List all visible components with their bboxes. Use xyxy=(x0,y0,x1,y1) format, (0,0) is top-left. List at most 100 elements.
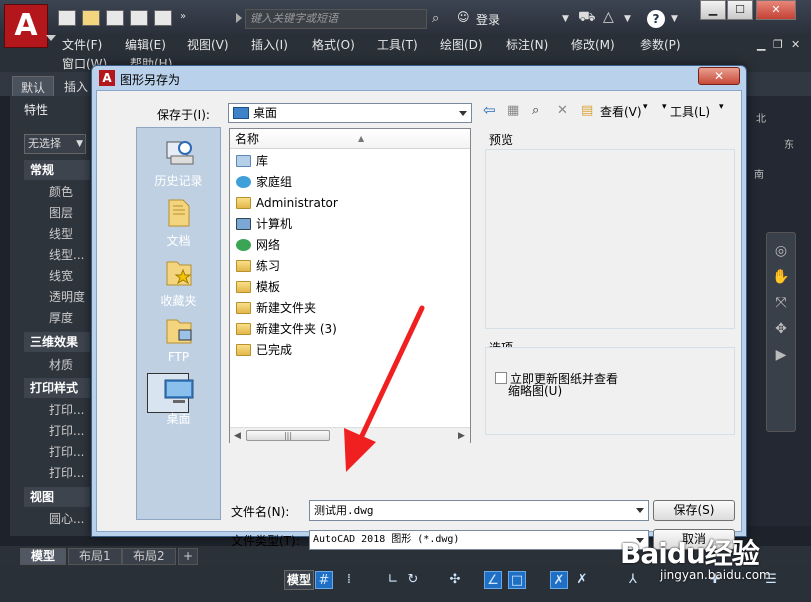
showmotion-icon[interactable]: ▶ xyxy=(767,347,795,363)
print-icon[interactable] xyxy=(154,10,172,26)
viewcube-north[interactable]: 北 xyxy=(756,110,766,125)
maximize-button[interactable]: ☐ xyxy=(727,0,753,20)
menu-insert[interactable]: 插入(I) xyxy=(251,36,288,53)
login-link[interactable]: 登录 xyxy=(476,11,500,28)
save-icon[interactable] xyxy=(106,10,124,26)
viewcube-south[interactable]: 南 xyxy=(754,166,764,181)
annotation-icon[interactable]: ✗ xyxy=(550,571,568,589)
prop-color[interactable]: 颜色 xyxy=(49,183,73,200)
list-item[interactable]: 已完成 xyxy=(236,340,292,360)
model-space-button[interactable]: 模型 xyxy=(284,570,314,590)
section-plot-style[interactable]: 打印样式 xyxy=(24,378,90,398)
tab-default[interactable]: 默认 xyxy=(12,76,55,96)
menu-modify[interactable]: 修改(M) xyxy=(571,36,615,53)
polar-icon[interactable]: ↻ xyxy=(404,571,422,589)
list-item[interactable]: 模板 xyxy=(236,277,280,297)
list-item[interactable]: Administrator xyxy=(236,193,338,213)
scroll-left-icon[interactable]: ◀ xyxy=(234,431,241,441)
new-folder-icon[interactable]: ▤ xyxy=(581,103,593,118)
save-as-icon[interactable] xyxy=(130,10,148,26)
list-item[interactable]: 计算机 xyxy=(236,214,292,234)
column-header-name[interactable]: 名称 ▲ xyxy=(230,129,470,149)
new-icon[interactable] xyxy=(58,10,76,26)
user-icon[interactable]: ☺ xyxy=(457,10,470,24)
place-ftp[interactable]: FTP xyxy=(137,316,220,364)
list-item[interactable]: 新建文件夹 (3) xyxy=(236,319,337,339)
checkbox-label-line2[interactable]: 缩略图(U) xyxy=(508,382,562,399)
up-folder-icon[interactable]: ▦ xyxy=(507,103,519,118)
menu-tools[interactable]: 工具(T) xyxy=(377,36,418,53)
list-item[interactable]: 家庭组 xyxy=(236,172,292,192)
view-menu[interactable]: 查看(V) xyxy=(600,103,642,120)
grid-icon[interactable]: # xyxy=(315,571,333,589)
save-in-combo[interactable]: 桌面 xyxy=(228,103,472,123)
menu-draw[interactable]: 绘图(D) xyxy=(440,36,483,53)
osnap-track-icon[interactable]: ✣ xyxy=(446,571,464,589)
prop-plot-2[interactable]: 打印... xyxy=(49,422,84,439)
list-item[interactable]: 网络 xyxy=(236,235,280,255)
viewcube[interactable]: 北 东 南 xyxy=(748,110,798,181)
back-icon[interactable]: ⇦ xyxy=(483,101,496,119)
filename-input[interactable]: 测试用.dwg xyxy=(309,500,649,521)
open-icon[interactable] xyxy=(82,10,100,26)
section-3d-effects[interactable]: 三维效果 xyxy=(24,332,90,352)
orbit-icon[interactable]: ✥ xyxy=(767,321,795,337)
scroll-right-icon[interactable]: ▶ xyxy=(458,431,465,441)
prop-material[interactable]: 材质 xyxy=(49,356,73,373)
tab-insert[interactable]: 插入 xyxy=(56,76,96,96)
snap-icon[interactable]: ⁞ xyxy=(340,571,358,589)
place-history[interactable]: 历史记录 xyxy=(137,138,220,189)
menu-dimension[interactable]: 标注(N) xyxy=(506,36,548,53)
chevron-down-icon[interactable]: ▼ xyxy=(671,14,678,24)
doc-minimize-icon[interactable]: ▁ xyxy=(757,38,765,51)
list-item[interactable]: 练习 xyxy=(236,256,280,276)
tools-menu[interactable]: 工具(L) xyxy=(670,103,710,120)
prop-center[interactable]: 圆心... xyxy=(49,510,84,527)
prop-thickness[interactable]: 厚度 xyxy=(49,309,73,326)
search-input[interactable]: 键入关键字或短语 xyxy=(245,9,427,29)
viewcube-east[interactable]: 东 xyxy=(784,136,794,151)
section-view[interactable]: 视图 xyxy=(24,487,90,507)
help-icon[interactable]: ? xyxy=(647,10,665,28)
pan-icon[interactable]: ✋ xyxy=(767,269,795,285)
zoom-icon[interactable]: ⤧ xyxy=(767,295,795,311)
chevron-down-icon[interactable]: ▼ xyxy=(624,14,631,24)
place-desktop[interactable]: 桌面 xyxy=(137,376,220,427)
menu-edit[interactable]: 编辑(E) xyxy=(125,36,166,53)
a360-icon[interactable]: △ xyxy=(603,9,614,25)
prop-linetype[interactable]: 线型 xyxy=(49,225,73,242)
prop-linetype-scale[interactable]: 线型... xyxy=(49,246,84,263)
chevron-down-icon[interactable] xyxy=(636,508,644,513)
autocad-logo[interactable]: A xyxy=(4,4,56,48)
doc-close-icon[interactable]: ✕ xyxy=(791,38,800,51)
search-web-icon[interactable]: ⌕ xyxy=(532,103,539,118)
doc-restore-icon[interactable]: ❐ xyxy=(773,38,783,51)
menu-parametric[interactable]: 参数(P) xyxy=(640,36,681,53)
place-documents[interactable]: 文档 xyxy=(137,198,220,249)
add-layout-button[interactable]: + xyxy=(178,548,199,565)
more-icon[interactable]: » xyxy=(180,11,186,22)
update-thumbnail-checkbox[interactable] xyxy=(495,372,507,384)
tab-model[interactable]: 模型 xyxy=(20,548,67,565)
search-expand-icon[interactable] xyxy=(236,13,242,23)
menu-file[interactable]: 文件(F) xyxy=(62,36,102,53)
ortho-icon[interactable]: ∟ xyxy=(384,571,402,589)
angle-icon[interactable]: ∠ xyxy=(484,571,502,589)
prop-layer[interactable]: 图层 xyxy=(49,204,73,221)
binoculars-icon[interactable]: ⌕ xyxy=(432,11,439,26)
minimize-button[interactable]: ▁ xyxy=(700,0,726,20)
delete-icon[interactable]: ✕ xyxy=(557,103,568,118)
menu-view[interactable]: 视图(V) xyxy=(187,36,229,53)
chevron-down-icon[interactable]: ▼ xyxy=(562,14,569,24)
tab-layout1[interactable]: 布局1 xyxy=(68,548,122,565)
save-button[interactable]: 保存(S) xyxy=(653,500,735,521)
steering-wheel-icon[interactable]: ◎ xyxy=(767,243,795,259)
dialog-close-button[interactable]: ✕ xyxy=(698,67,740,85)
prop-lineweight[interactable]: 线宽 xyxy=(49,267,73,284)
list-item[interactable]: 库 xyxy=(236,151,268,171)
section-general[interactable]: 常规 xyxy=(24,160,90,180)
selection-dropdown[interactable]: 无选择 ▼ xyxy=(24,134,86,154)
prop-plot-1[interactable]: 打印... xyxy=(49,401,84,418)
prop-plot-3[interactable]: 打印... xyxy=(49,443,84,460)
osnap-icon[interactable]: □ xyxy=(508,571,526,589)
